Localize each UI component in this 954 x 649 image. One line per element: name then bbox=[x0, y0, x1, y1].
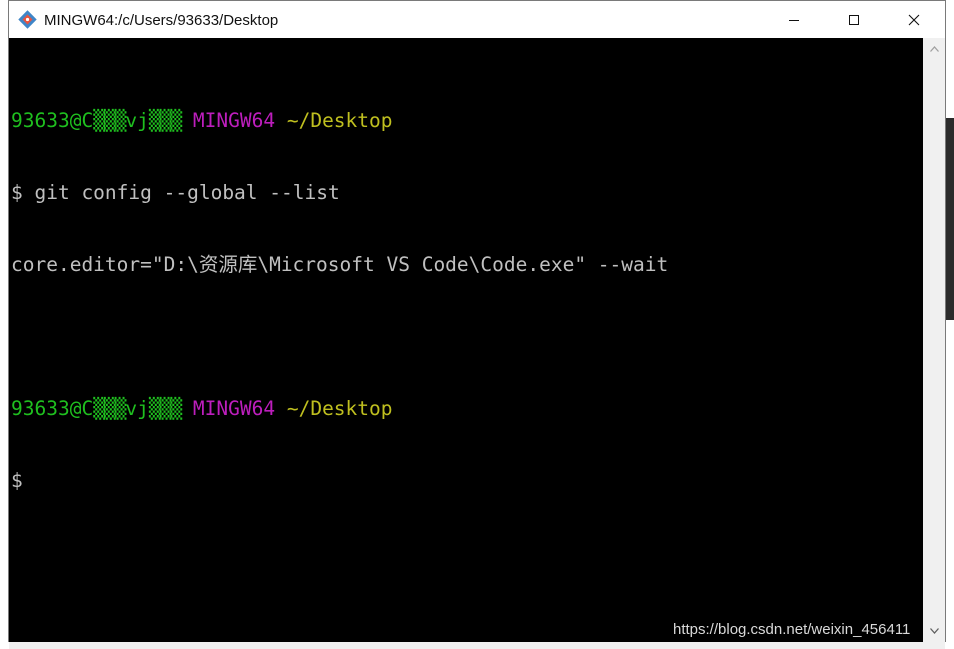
prompt-user: 93633@C bbox=[11, 109, 94, 132]
prompt-env: MINGW64 bbox=[192, 397, 276, 420]
window-title: MINGW64:/c/Users/93633/Desktop bbox=[44, 12, 279, 29]
prompt-user: 93633@C bbox=[11, 397, 94, 420]
maximize-button[interactable] bbox=[831, 1, 877, 38]
watermark-text: https://blog.csdn.net/weixin_456411 bbox=[673, 621, 911, 638]
terminal-screen[interactable]: 93633@C▒▒▒vj▒▒▒ MINGW64 ~/Desktop $ git … bbox=[9, 38, 923, 642]
prompt-env: MINGW64 bbox=[192, 109, 276, 132]
prompt-path: ~/Desktop bbox=[286, 397, 393, 420]
terminal-window: MINGW64:/c/Users/93633/Desktop 93633@C▒▒… bbox=[8, 0, 946, 642]
background-page-right bbox=[945, 0, 954, 649]
prompt-path: ~/Desktop bbox=[286, 109, 393, 132]
vertical-scrollbar[interactable] bbox=[923, 38, 945, 642]
terminal-output: 93633@C▒▒▒vj▒▒▒ MINGW64 ~/Desktop $ git … bbox=[11, 61, 668, 541]
command-output: core.editor="D:\资源库\Microsoft VS Code\Co… bbox=[11, 253, 669, 276]
cursor-line[interactable]: $ bbox=[11, 469, 668, 493]
maximize-icon bbox=[849, 14, 859, 25]
prompt-host-part: v bbox=[125, 397, 138, 420]
prompt-host-part: v bbox=[125, 109, 138, 132]
chevron-up-icon bbox=[929, 46, 939, 52]
prompt-host-part: j bbox=[137, 397, 149, 420]
background-dark-panel bbox=[945, 118, 954, 320]
minimize-icon bbox=[789, 19, 799, 21]
prompt-obscured: ▒▒▒ bbox=[148, 397, 182, 420]
prompt-host-part: j bbox=[137, 109, 149, 132]
close-icon bbox=[908, 14, 920, 25]
prompt-obscured: ▒▒▒ bbox=[93, 397, 126, 420]
close-button[interactable] bbox=[891, 1, 937, 38]
chevron-down-icon bbox=[929, 628, 939, 634]
scroll-up-button[interactable] bbox=[923, 40, 945, 58]
minimize-button[interactable] bbox=[771, 1, 817, 38]
title-bar[interactable]: MINGW64:/c/Users/93633/Desktop bbox=[9, 1, 945, 38]
prompt-line: 93633@C▒▒▒vj▒▒▒ MINGW64 ~/Desktop bbox=[11, 397, 668, 421]
git-bash-icon bbox=[18, 10, 37, 29]
prompt-obscured: ▒▒▒ bbox=[93, 109, 126, 132]
prompt-line: 93633@C▒▒▒vj▒▒▒ MINGW64 ~/Desktop bbox=[11, 109, 668, 133]
scroll-down-button[interactable] bbox=[923, 622, 945, 640]
command-line: $ git config --global --list bbox=[11, 181, 340, 204]
prompt-obscured: ▒▒▒ bbox=[148, 109, 182, 132]
